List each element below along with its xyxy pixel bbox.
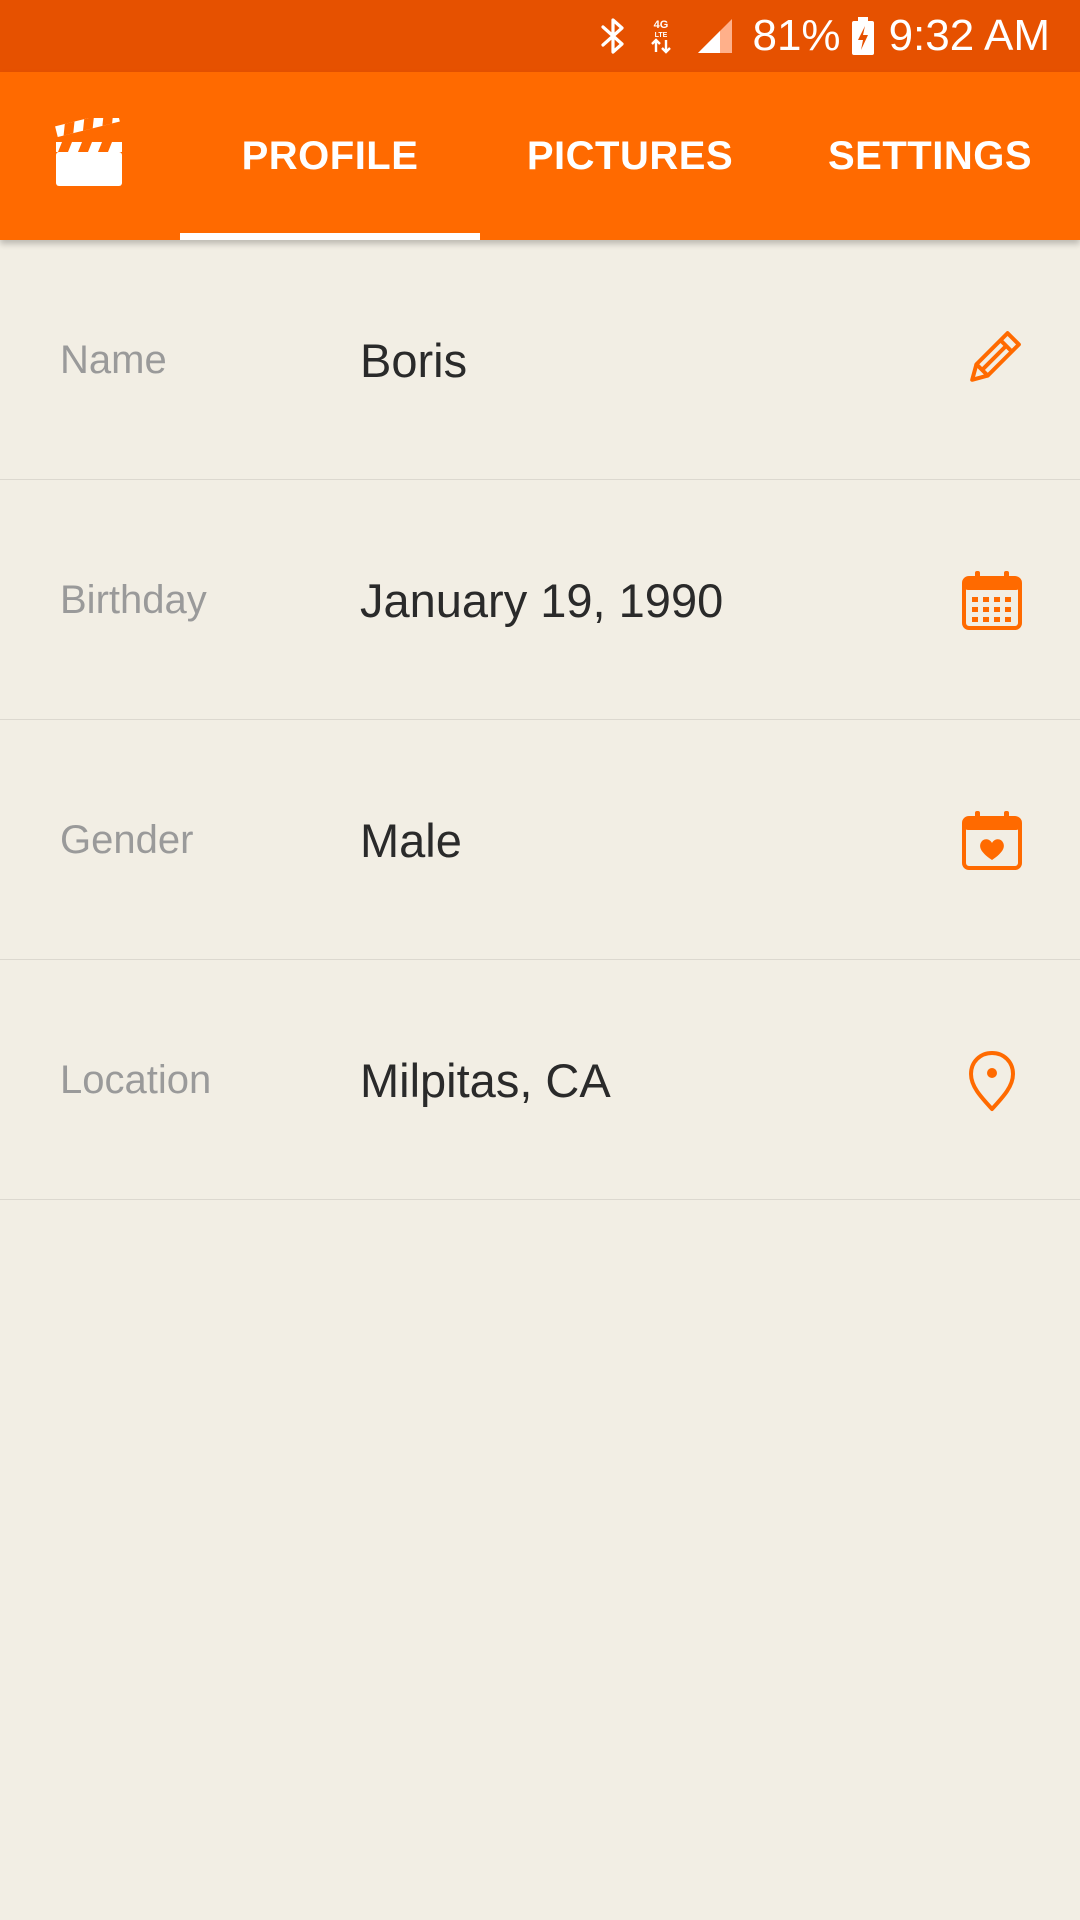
- app-bar: PROFILE PICTURES SETTINGS: [0, 72, 1080, 240]
- location-pin-icon[interactable]: [956, 1044, 1028, 1116]
- profile-row-gender[interactable]: Gender Male: [0, 720, 1080, 960]
- tab-profile[interactable]: PROFILE: [180, 72, 480, 240]
- gender-value: Male: [360, 813, 462, 867]
- name-value: Boris: [360, 333, 468, 387]
- battery-charging-icon: [851, 16, 875, 56]
- active-tab-indicator: [180, 233, 480, 240]
- name-label: Name: [60, 337, 167, 382]
- tab-pictures[interactable]: PICTURES: [480, 72, 780, 240]
- birthday-value: January 19, 1990: [360, 573, 724, 627]
- profile-row-birthday[interactable]: Birthday January 19, 1990: [0, 480, 1080, 720]
- battery-percent: 81%: [752, 11, 841, 60]
- calendar-icon[interactable]: [956, 564, 1028, 636]
- profile-row-location[interactable]: Location Milpitas, CA: [0, 960, 1080, 1200]
- birthday-label: Birthday: [60, 577, 207, 622]
- svg-text:LTE: LTE: [655, 32, 668, 39]
- tab-pictures-label: PICTURES: [526, 133, 734, 178]
- signal-icon: [696, 17, 734, 55]
- location-label: Location: [60, 1057, 212, 1102]
- tab-settings[interactable]: SETTINGS: [780, 72, 1080, 240]
- clapperboard-icon: [54, 110, 124, 190]
- bluetooth-icon: [600, 16, 626, 56]
- calendar-heart-icon[interactable]: [956, 804, 1028, 876]
- svg-text:4G: 4G: [654, 19, 669, 31]
- profile-row-name[interactable]: Name Boris: [0, 240, 1080, 480]
- profile-list: Name Boris Birthday January 19, 1990 Gen…: [0, 240, 1080, 1200]
- tab-settings-label: SETTINGS: [827, 133, 1033, 178]
- pencil-icon[interactable]: [956, 324, 1028, 396]
- network-data-icon: 4G LTE: [648, 16, 674, 56]
- tab-profile-label: PROFILE: [241, 133, 419, 178]
- gender-label: Gender: [60, 817, 194, 862]
- clock: 9:32 AM: [888, 11, 1050, 60]
- location-value: Milpitas, CA: [360, 1053, 611, 1107]
- status-bar: 4G LTE 81% 9:32 AM: [0, 0, 1080, 72]
